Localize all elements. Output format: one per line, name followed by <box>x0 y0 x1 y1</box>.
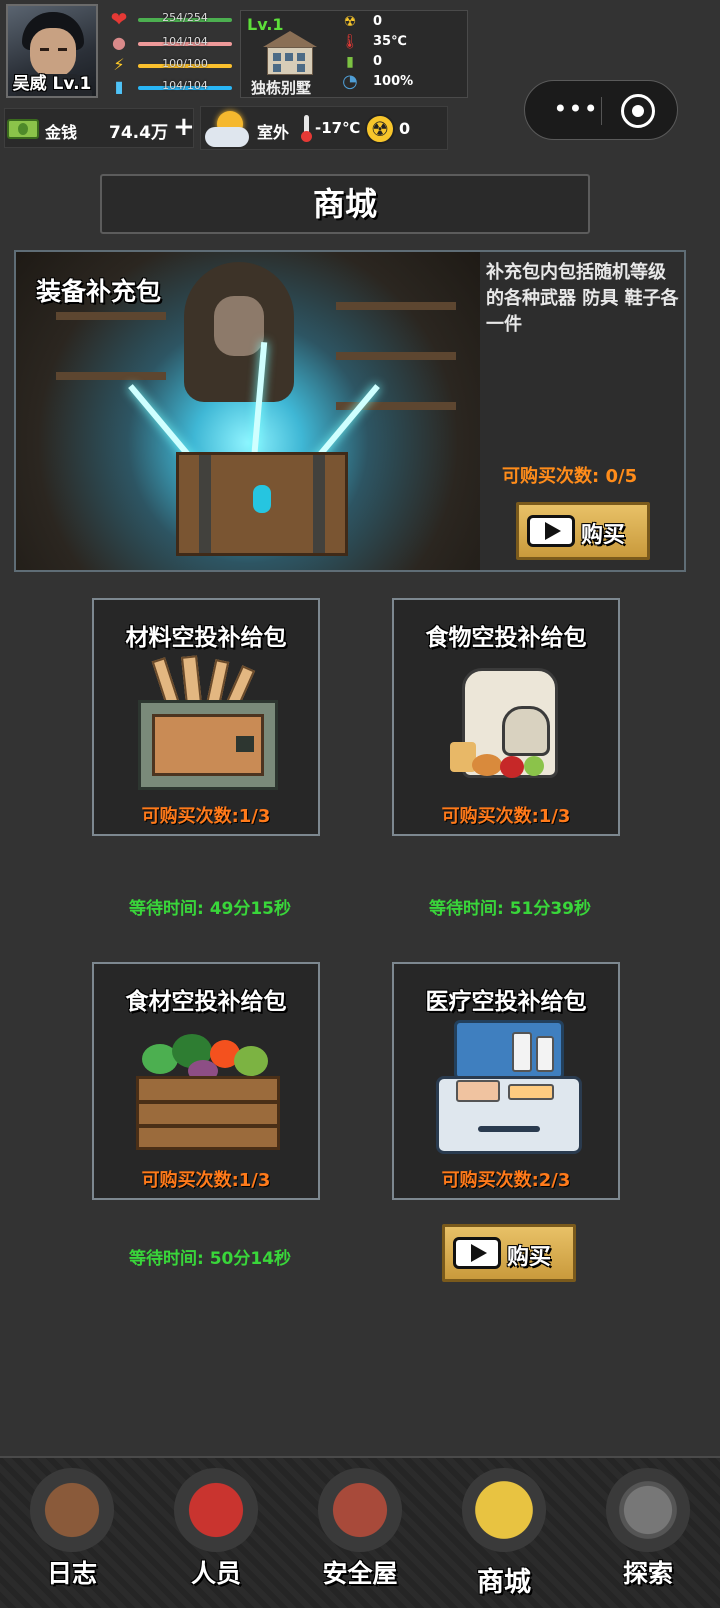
outdoor-radiation: 0 <box>399 119 411 138</box>
more-options-button[interactable]: ••• <box>549 97 603 123</box>
thermometer-icon: 🌡 <box>341 34 359 50</box>
add-money-button[interactable]: + <box>173 112 195 142</box>
card-purchase-count: 可购买次数:1/3 <box>141 1170 271 1191</box>
ingredient-airdrop-wait-time: 等待时间: 50分14秒 <box>128 1249 292 1269</box>
heart-icon: ❤ <box>110 7 128 31</box>
equipment-pack-title: 装备补充包 <box>36 277 162 306</box>
miniprogram-capsule: ••• <box>524 80 678 140</box>
compass-icon <box>606 1468 690 1552</box>
player-avatar[interactable]: 吴威 Lv.1 <box>6 4 98 98</box>
stomach-icon: ● <box>112 33 126 52</box>
food-airdrop-card[interactable]: 食物空投补给包 可购买次数:1/3 <box>392 598 620 836</box>
shelter-temperature: 🌡 35℃ <box>341 34 407 50</box>
vegetable-crate-icon <box>132 1020 284 1160</box>
equipment-pack-banner: 装备补充包 补充包内包括随机等级的各种武器 防具 鞋子各一件 可购买次数: 0/… <box>14 250 686 572</box>
nav-safehouse[interactable]: 安全屋 <box>288 1458 432 1608</box>
card-purchase-count: 可购买次数:1/3 <box>141 806 271 827</box>
energy-stat: ⚡ 100/100 <box>106 54 236 76</box>
nav-journal[interactable]: 日志 <box>0 1458 144 1608</box>
treasure-chest-icon <box>176 452 348 556</box>
battery-icon: ▮ <box>346 54 354 70</box>
card-purchase-count: 可购买次数:2/3 <box>441 1170 571 1191</box>
ingredient-airdrop-card[interactable]: 食材空投补给包 可购买次数:1/3 <box>92 962 320 1200</box>
medical-airdrop-card[interactable]: 医疗空投补给包 可购买次数:2/3 <box>392 962 620 1200</box>
equipment-pack-buy-button[interactable]: 购买 <box>516 502 650 560</box>
medical-airdrop-buy-button[interactable]: 购买 <box>442 1224 576 1282</box>
villa-icon <box>263 31 317 75</box>
player-stats: ❤ 254/254 ● 104/104 ⚡ 100/100 ▮ 104/104 <box>106 8 236 100</box>
page-title: 商城 <box>100 174 590 234</box>
radiation-icon: ☢ <box>365 114 395 144</box>
water-icon: ▮ <box>114 77 124 96</box>
card-title: 医疗空投补给包 <box>425 989 587 1015</box>
player-name-level: 吴威 Lv.1 <box>12 74 92 94</box>
equipment-pack-purchase-count: 可购买次数: 0/5 <box>502 466 638 487</box>
shopping-basket-icon <box>462 1468 546 1552</box>
video-ad-icon <box>453 1237 501 1269</box>
journal-icon <box>30 1468 114 1552</box>
nav-personnel[interactable]: 人员 <box>144 1458 288 1608</box>
shelter-power: ▮ 0 <box>341 53 461 73</box>
cloud-icon <box>205 127 249 147</box>
nav-shop[interactable]: 商城 <box>432 1458 576 1608</box>
card-purchase-count: 可购买次数:1/3 <box>441 806 571 827</box>
energy-icon: ⚡ <box>113 55 125 74</box>
shelter-panel[interactable]: Lv.1 独栋别墅 ☢ 0 🌡 35℃ ▮ 0 ◔ 100% <box>240 10 468 98</box>
shelter-name: 独栋别墅 <box>251 79 312 97</box>
card-title: 材料空投补给包 <box>125 625 287 651</box>
card-title: 食材空投补给包 <box>125 989 287 1015</box>
radiation-icon: ☢ <box>343 14 357 30</box>
pie-chart-icon: ◔ <box>342 71 358 92</box>
material-airdrop-card[interactable]: 材料空投补给包 可购买次数:1/3 <box>92 598 320 836</box>
food-backpack-icon <box>432 656 584 796</box>
money-panel: 金钱 74.4万 + <box>4 108 195 148</box>
money-value: 74.4万 <box>109 123 168 143</box>
material-airdrop-wait-time: 等待时间: 49分15秒 <box>128 899 292 919</box>
nav-explore[interactable]: 探索 <box>576 1458 720 1608</box>
id-badge-icon <box>174 1468 258 1552</box>
medical-kit-icon <box>432 1020 584 1160</box>
shelter-radiation: ☢ 0 <box>341 13 461 33</box>
food-airdrop-wait-time: 等待时间: 51分39秒 <box>428 899 592 919</box>
bottom-nav: 日志 人员 安全屋 商城 探索 <box>0 1456 720 1608</box>
thermometer-icon <box>301 115 312 142</box>
material-crate-icon <box>132 655 284 796</box>
close-miniprogram-button[interactable] <box>621 94 655 128</box>
video-ad-icon <box>527 515 575 547</box>
health-stat: ❤ 254/254 <box>106 8 236 30</box>
money-label: 金钱 <box>45 123 78 142</box>
outdoor-label: 室外 <box>257 123 290 142</box>
shelter-capacity: ◔ 100% <box>342 71 414 92</box>
water-stat: ▮ 104/104 <box>106 76 236 98</box>
hunger-stat: ● 104/104 <box>106 32 236 54</box>
equipment-pack-description: 补充包内包括随机等级的各种武器 防具 鞋子各一件 <box>486 262 679 335</box>
card-title: 食物空投补给包 <box>425 625 587 651</box>
cash-icon <box>7 119 39 139</box>
outdoor-temperature: -17℃ <box>315 119 361 137</box>
weather-panel: 室外 -17℃ ☢ 0 <box>200 106 448 150</box>
shelter-house-icon <box>318 1468 402 1552</box>
